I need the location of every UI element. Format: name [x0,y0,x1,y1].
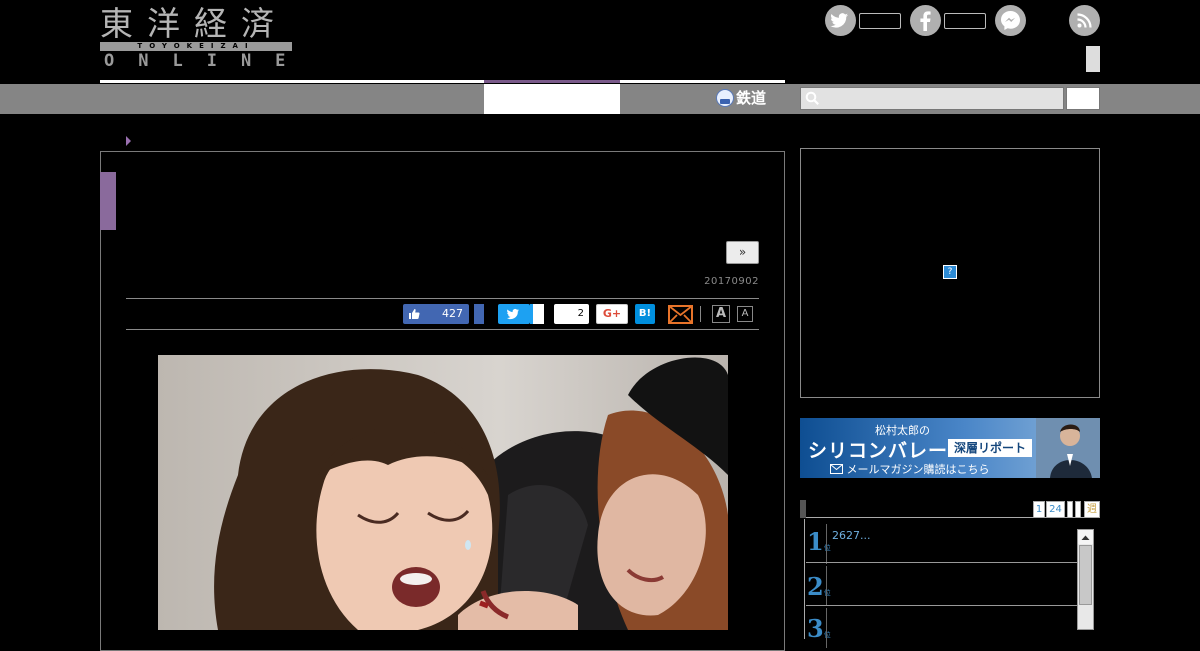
site-logo[interactable]: 東洋経済 TOYOKEIZAI ONLINE [100,6,292,70]
search-icon [805,91,820,106]
ranking-scrollbar-thumb[interactable] [1079,545,1092,605]
article-photo [158,355,728,630]
rank-divider [826,608,827,648]
twitter-follow-count[interactable] [859,13,901,29]
logo-romaji: TOYOKEIZAI [100,42,292,51]
envelope-icon [830,464,843,474]
breadcrumb-arrow-icon [126,136,131,146]
rank-suffix: 位 [823,589,831,597]
ad-info-icon[interactable]: ? [943,265,957,279]
facebook-like-button[interactable]: 427 [403,304,469,324]
nav-top-rule-right [620,80,785,83]
article-date: 20170902 [704,276,759,287]
article-category-marker [100,172,116,230]
font-size-separator [700,306,706,322]
thumbs-up-icon [408,308,420,323]
rss-icon[interactable] [1069,5,1100,36]
search-button[interactable] [1066,87,1100,110]
hatena-bookmark-count[interactable]: 2 [554,304,589,324]
share-bar-top-rule [126,298,759,299]
ranking-header-marker [800,500,806,518]
rank-divider [826,524,827,564]
facebook-share-button[interactable] [474,304,484,324]
ranking-rank-2: 2位 [807,575,831,599]
banner-title: シリコンバレー [808,440,949,462]
messenger-icon[interactable] [995,5,1026,36]
rank-suffix: 位 [823,631,831,639]
font-size-small-button[interactable]: A [737,306,753,322]
ranking-rank-3: 3位 [807,617,831,641]
google-plus-button[interactable]: G+ [596,304,628,324]
twitter-bird-icon [506,308,519,320]
facebook-like-count: 427 [442,307,463,320]
ranking-rank-1: 1位 [807,530,831,554]
search-input[interactable] [800,87,1064,110]
facebook-icon[interactable] [910,5,941,36]
nav-tab-rail[interactable]: 鉄道 [716,86,766,110]
ranking-tab-weekly[interactable]: 週 [1084,501,1100,518]
banner-mail-line: メールマガジン購読はこちら [830,461,990,477]
rank-divider [826,566,827,606]
logo-online: ONLINE [104,51,310,71]
header-menu-button[interactable] [1086,46,1100,72]
ranking-item-1-title[interactable]: 2627... [832,529,870,542]
train-icon [716,89,734,107]
logo-kanji: 東洋経済 [100,4,288,43]
rank-number: 1 [807,527,824,556]
banner-tag: 深層リポート [948,439,1032,457]
ranking-tab-4[interactable] [1075,501,1081,518]
ranking-tab-1h[interactable]: 1 [1033,501,1045,518]
font-size-large-button[interactable]: A [712,305,730,323]
nav-top-rule [100,80,484,83]
share-bar-bottom-rule [126,329,759,330]
nav-tab-active[interactable] [484,84,620,114]
next-page-button[interactable]: » [726,241,759,264]
rank-number: 2 [807,572,824,601]
rank-suffix: 位 [823,544,831,552]
tweet-count [530,304,544,324]
ranking-tab-24h[interactable]: 24 [1046,501,1065,518]
hatena-bookmark-button[interactable]: B! [635,304,655,324]
ranking-tab-3[interactable] [1067,501,1073,518]
author-photo [1036,418,1100,478]
banner-mail-text: メールマガジン購読はこちら [846,463,990,476]
tweet-button[interactable] [498,304,530,324]
facebook-like-count[interactable] [944,13,986,29]
nav-tab-rail-label: 鉄道 [736,89,767,107]
ranking-row-separator [806,605,1078,606]
rank-number: 3 [807,614,824,643]
twitter-icon[interactable] [825,5,856,36]
nav-active-indicator [484,80,620,83]
ranking-row-separator [806,562,1078,563]
mail-icon[interactable] [668,305,693,324]
newsletter-banner[interactable]: 松村太郎の シリコンバレー 深層リポート メールマガジン購読はこちら [800,418,1100,478]
scroll-up-arrow-icon[interactable] [1078,530,1093,544]
